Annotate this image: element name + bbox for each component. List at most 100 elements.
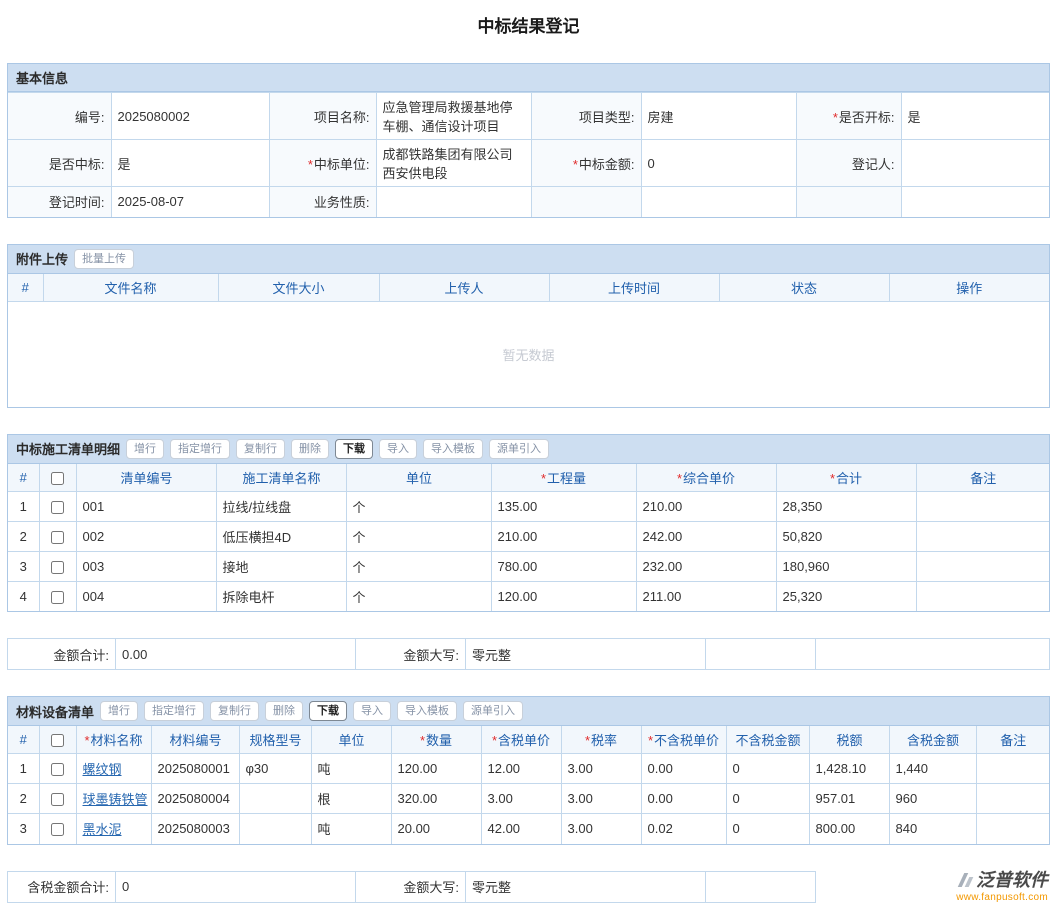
row-index: 1 <box>8 754 39 784</box>
select-all-checkbox[interactable] <box>51 472 64 485</box>
col-label: 清单编号 <box>120 471 172 486</box>
batch-upload-button[interactable]: 批量上传 <box>74 249 134 269</box>
cell-list-name: 拆除电杆 <box>216 581 346 611</box>
cell-unit-price: 232.00 <box>636 551 776 581</box>
add-row-button[interactable]: 增行 <box>126 439 164 459</box>
amount-caps-label: 金额大写: <box>356 871 466 902</box>
cell-price-no-tax: 0.00 <box>641 754 726 784</box>
cell-list-name: 低压横担4D <box>216 521 346 551</box>
basic-info-title: 基本信息 <box>16 68 68 87</box>
import-template-button[interactable]: 导入模板 <box>423 439 483 459</box>
row-checkbox[interactable] <box>51 793 64 806</box>
cell-material-name: 球墨铸铁管 <box>76 784 151 814</box>
insert-row-button[interactable]: 指定增行 <box>170 439 230 459</box>
cell-unit: 吨 <box>311 814 391 844</box>
row-checkbox[interactable] <box>51 531 64 544</box>
field-label-empty <box>531 187 641 217</box>
construction-row: 4 004 拆除电杆 个 120.00 211.00 25,320 <box>8 581 1049 611</box>
col-label: 备注 <box>970 471 996 486</box>
materials-title: 材料设备清单 <box>16 702 94 721</box>
field-label-text: 项目类型: <box>579 110 635 125</box>
cell-note <box>916 551 1049 581</box>
basic-info-row: 登记时间: 2025-08-07 业务性质: <box>8 187 1049 217</box>
field-label-winning-unit: *中标单位: <box>269 140 376 187</box>
footer: 含税金额合计: 0 金额大写: 零元整 泛普软件 www.fanpusoft.c… <box>7 871 1050 903</box>
cell-list-name: 拉线/拉线盘 <box>216 491 346 521</box>
field-label-project-type: 项目类型: <box>531 93 641 140</box>
cell-amount-no-tax: 0 <box>726 814 809 844</box>
row-select <box>39 551 76 581</box>
construction-row: 1 001 拉线/拉线盘 个 135.00 210.00 28,350 <box>8 491 1049 521</box>
material-name-link[interactable]: 黑水泥 <box>83 822 122 837</box>
col-index: # <box>8 274 43 302</box>
col-price-with-tax: *含税单价 <box>481 726 561 754</box>
row-checkbox[interactable] <box>51 823 64 836</box>
materials-copy-row-button[interactable]: 复制行 <box>210 701 259 721</box>
cell-tax-amount: 800.00 <box>809 814 889 844</box>
row-checkbox[interactable] <box>51 591 64 604</box>
select-all-checkbox[interactable] <box>51 734 64 747</box>
cell-material-code: 2025080001 <box>151 754 239 784</box>
materials-download-button[interactable]: 下载 <box>309 701 347 721</box>
field-value-bid-opened: 是 <box>901 93 1049 140</box>
cell-tax-amount: 957.01 <box>809 784 889 814</box>
required-mark: * <box>308 157 313 172</box>
col-file-size: 文件大小 <box>218 274 379 302</box>
cell-material-name: 黑水泥 <box>76 814 151 844</box>
field-label-business-nature: 业务性质: <box>269 187 376 217</box>
attachments-title: 附件上传 <box>16 249 68 268</box>
col-label: 备注 <box>1000 733 1026 748</box>
cell-tax-rate: 3.00 <box>561 784 641 814</box>
row-checkbox[interactable] <box>51 763 64 776</box>
cell-total: 25,320 <box>776 581 916 611</box>
copy-row-button[interactable]: 复制行 <box>236 439 285 459</box>
col-label: 工程量 <box>547 471 586 486</box>
col-material-name: *材料名称 <box>76 726 151 754</box>
cell-quantity: 210.00 <box>491 521 636 551</box>
material-name-link[interactable]: 螺纹钢 <box>83 762 122 777</box>
cell-price-with-tax: 42.00 <box>481 814 561 844</box>
row-checkbox[interactable] <box>51 561 64 574</box>
cell-amount-no-tax: 0 <box>726 784 809 814</box>
col-unit-price: *综合单价 <box>636 464 776 492</box>
col-label: 不含税金额 <box>735 733 800 748</box>
row-index: 3 <box>8 814 39 844</box>
row-index: 2 <box>8 784 39 814</box>
materials-header-row: # *材料名称 材料编号 规格型号 单位 *数量 *含税单价 *税率 *不含税单… <box>8 726 1049 754</box>
field-label-text: 中标单位: <box>314 157 370 172</box>
cell-unit: 个 <box>346 521 491 551</box>
col-label: 合计 <box>836 471 862 486</box>
required-mark: * <box>573 157 578 172</box>
cell-quantity: 780.00 <box>491 551 636 581</box>
materials-insert-row-button[interactable]: 指定增行 <box>144 701 204 721</box>
col-upload-time: 上传时间 <box>549 274 719 302</box>
amount-caps-label: 金额大写: <box>356 639 466 670</box>
materials-delete-row-button[interactable]: 删除 <box>265 701 303 721</box>
construction-summary: 金额合计: 0.00 金额大写: 零元整 <box>7 638 1050 670</box>
tax-amount-total-label: 含税金额合计: <box>8 871 116 902</box>
col-material-code: 材料编号 <box>151 726 239 754</box>
row-checkbox[interactable] <box>51 501 64 514</box>
source-import-button[interactable]: 源单引入 <box>489 439 549 459</box>
construction-table: # 清单编号 施工清单名称 单位 *工程量 *综合单价 *合计 备注 1 001… <box>8 464 1049 612</box>
col-amount-with-tax: 含税金额 <box>889 726 976 754</box>
materials-import-template-button[interactable]: 导入模板 <box>397 701 457 721</box>
material-name-link[interactable]: 球墨铸铁管 <box>83 792 148 807</box>
basic-info-row: 是否中标: 是 *中标单位: 成都铁路集团有限公司西安供电段 *中标金额: 0 … <box>8 140 1049 187</box>
materials-add-row-button[interactable]: 增行 <box>100 701 138 721</box>
attachments-table: # 文件名称 文件大小 上传人 上传时间 状态 操作 <box>8 274 1049 302</box>
col-tax-rate: *税率 <box>561 726 641 754</box>
materials-source-import-button[interactable]: 源单引入 <box>463 701 523 721</box>
col-total: *合计 <box>776 464 916 492</box>
col-list-name: 施工清单名称 <box>216 464 346 492</box>
col-label: 税额 <box>836 733 862 748</box>
delete-row-button[interactable]: 删除 <box>291 439 329 459</box>
download-button[interactable]: 下载 <box>335 439 373 459</box>
cell-note <box>976 754 1049 784</box>
brand-url[interactable]: www.fanpusoft.com <box>956 892 1048 903</box>
import-button[interactable]: 导入 <box>379 439 417 459</box>
page: 中标结果登记 基本信息 编号: 2025080002 项目名称: 应急管理局救援… <box>7 12 1050 903</box>
basic-info-table: 编号: 2025080002 项目名称: 应急管理局救援基地停车棚、通信设计项目… <box>8 92 1049 217</box>
col-label: 材料名称 <box>91 733 143 748</box>
materials-import-button[interactable]: 导入 <box>353 701 391 721</box>
